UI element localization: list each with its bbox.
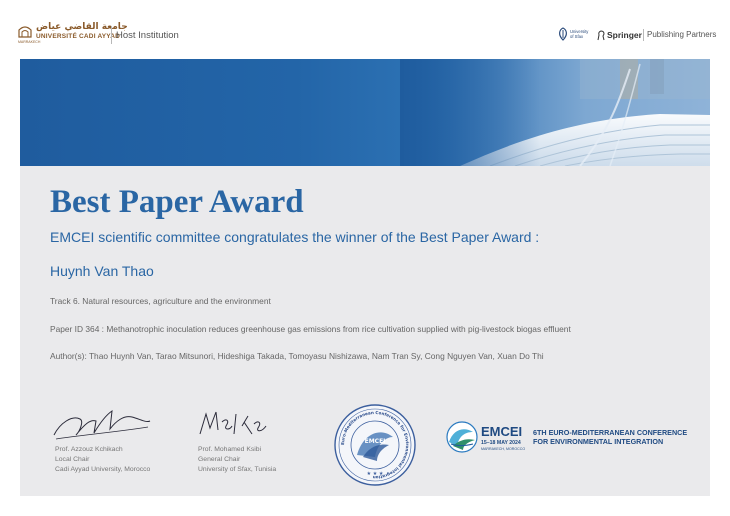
emcei-dates: 15–18 MAY 2024 bbox=[481, 440, 521, 446]
sfax-line2: of Sfax bbox=[570, 33, 584, 39]
emcei-seal: Euro-Mediterranean Conference for Enviro… bbox=[334, 404, 416, 486]
general-chair-name: Prof. Mohamed Ksibi bbox=[198, 446, 262, 453]
springer-logo: Springer bbox=[596, 30, 644, 42]
seal-stars: ★ ★ ★ bbox=[367, 471, 384, 477]
emcei-title-line2: FOR ENVIRONMENTAL INTEGRATION bbox=[533, 437, 664, 446]
publishing-partners-label: Publishing Partners bbox=[647, 30, 717, 39]
sfax-logo-text: University of Sfax bbox=[570, 29, 588, 39]
local-chair-role: Local Chair bbox=[55, 456, 90, 463]
emcei-title-line1: 6TH EURO-MEDITERRANEAN CONFERENCE bbox=[533, 428, 688, 437]
springer-label: Springer bbox=[607, 30, 642, 40]
authors-list: Author(s): Thao Huynh Van, Tarao Mitsuno… bbox=[50, 351, 544, 361]
general-chair-block: Prof. Mohamed Ksibi General Chair Univer… bbox=[198, 445, 276, 475]
track-info: Track 6. Natural resources, agriculture … bbox=[50, 296, 271, 306]
emcei-city: MARRAKECH, MOROCCO bbox=[481, 447, 526, 451]
local-chair-block: Prof. Azzouz Kchikach Local Chair Cadi A… bbox=[55, 445, 150, 475]
open-book-illustration bbox=[400, 59, 710, 166]
emcei-wave-icon bbox=[446, 421, 478, 453]
header-bar: جامعة القاضي عياض UNIVERSITÉ CADI AYYAD … bbox=[0, 0, 730, 58]
signature-general-chair bbox=[199, 411, 267, 435]
cadi-ayyad-logo: جامعة القاضي عياض UNIVERSITÉ CADI AYYAD … bbox=[18, 22, 128, 46]
header-divider bbox=[111, 26, 112, 44]
emcei-acronym: EMCEI bbox=[481, 424, 523, 439]
cadi-ayyad-arabic-name: جامعة القاضي عياض bbox=[36, 22, 128, 32]
header-banner bbox=[20, 59, 710, 166]
cadi-ayyad-name: UNIVERSITÉ CADI AYYAD bbox=[36, 33, 121, 40]
emcei-conference-logo: EMCEI 15–18 MAY 2024 MARRAKECH, MOROCCO … bbox=[445, 418, 705, 458]
cadi-ayyad-emblem-icon bbox=[18, 26, 32, 38]
partner-divider bbox=[643, 29, 644, 41]
local-chair-affiliation: Cadi Ayyad University, Morocco bbox=[55, 466, 151, 473]
cadi-ayyad-city: MARRAKECH bbox=[18, 40, 41, 44]
springer-horse-icon bbox=[597, 30, 605, 41]
award-subtitle: EMCEI scientific committee congratulates… bbox=[50, 229, 540, 245]
sfax-emblem-icon bbox=[559, 27, 567, 41]
general-chair-role: General Chair bbox=[198, 456, 241, 463]
general-chair-affiliation: University of Sfax, Tunisia bbox=[198, 466, 277, 473]
signature-local-chair bbox=[53, 409, 151, 440]
university-of-sfax-logo: University of Sfax bbox=[557, 27, 593, 43]
local-chair-name: Prof. Azzouz Kchikach bbox=[55, 446, 123, 453]
seal-center-text: EMCEI bbox=[365, 438, 386, 445]
award-title: Best Paper Award bbox=[50, 184, 304, 220]
winner-name: Huynh Van Thao bbox=[50, 263, 154, 279]
host-institution-label: Host Institution bbox=[116, 30, 179, 41]
paper-info: Paper ID 364 : Methanotrophic inoculatio… bbox=[50, 324, 571, 334]
